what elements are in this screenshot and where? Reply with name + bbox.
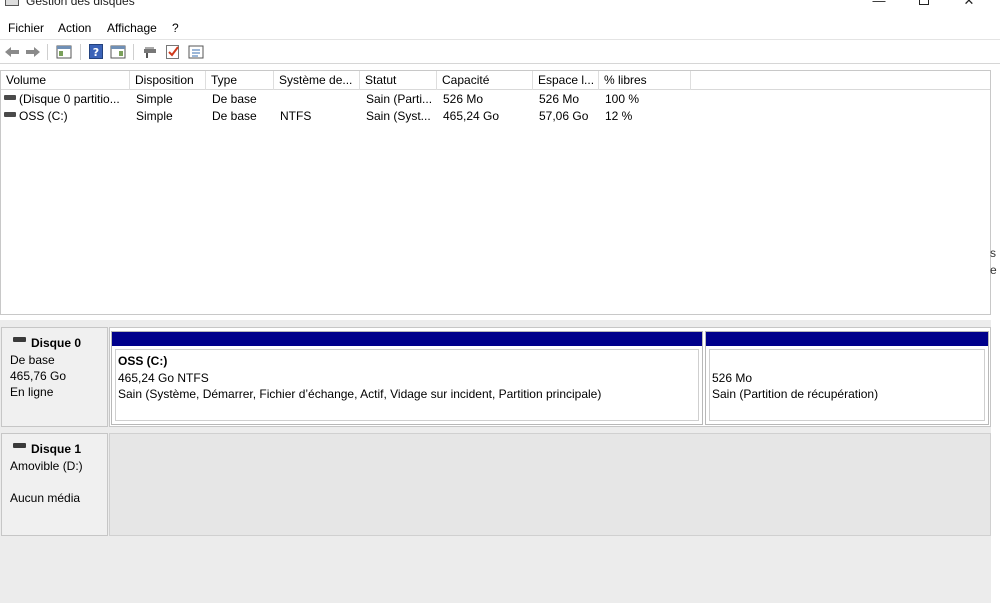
clipped-edge-text: e [990, 263, 997, 277]
cell-disposition: Simple [136, 92, 173, 106]
disk-state: En ligne [10, 385, 54, 399]
cell-type: De base [212, 92, 257, 106]
table-row[interactable]: OSS (C:) Simple De base NTFS Sain (Syst.… [1, 108, 990, 125]
disk-kind: De base [10, 353, 55, 367]
column-capacity[interactable]: Capacité [437, 71, 533, 90]
cell-disposition: Simple [136, 109, 173, 123]
column-filesystem[interactable]: Système de... [274, 71, 360, 90]
maximize-button[interactable] [901, 0, 947, 10]
title-bar: Gestion des disques — ✕ [0, 0, 1000, 18]
clipped-edge-text: s [990, 246, 996, 260]
volume-list: Volume Disposition Type Système de... St… [0, 70, 991, 315]
menu-fichier[interactable]: Fichier [8, 21, 44, 35]
disk-0-info[interactable]: Disque 0 De base 465,76 Go En ligne [1, 327, 108, 427]
disk-name: Disque 1 [31, 442, 82, 456]
table-row[interactable]: (Disque 0 partitio... Simple De base Sai… [1, 91, 990, 108]
cell-volume: OSS (C:) [1, 108, 130, 125]
disk-1-info[interactable]: Disque 1 Amovible (D:) Aucun média [1, 433, 108, 536]
svg-text:?: ? [93, 46, 99, 59]
close-button[interactable]: ✕ [946, 0, 992, 10]
column-free-space[interactable]: Espace l... [533, 71, 599, 90]
maximize-icon [919, 0, 929, 5]
partition-status: Sain (Partition de récupération) [712, 387, 879, 401]
partition-status: Sain (Système, Démarrer, Fichier d’échan… [118, 387, 602, 401]
disk-name: Disque 0 [31, 336, 82, 350]
volume-list-header: Volume Disposition Type Système de... St… [1, 71, 990, 90]
partition-size: 465,24 Go NTFS [118, 371, 209, 385]
cell-capacity: 526 Mo [443, 92, 484, 106]
cell-capacity: 465,24 Go [443, 109, 500, 123]
menu-bar: Fichier Action Affichage ? [0, 18, 1000, 40]
menu-affichage[interactable]: Affichage [107, 21, 157, 35]
disk-kind: Amovible (D:) [10, 459, 83, 473]
partition-header-bar [706, 332, 988, 346]
partition-title: OSS (C:) [118, 354, 168, 368]
check-icon[interactable] [164, 43, 182, 60]
cell-percent-free: 12 % [605, 109, 633, 123]
partition-recovery[interactable]: 526 Mo Sain (Partition de récupération) [705, 331, 989, 425]
menu-action[interactable]: Action [58, 21, 91, 35]
column-percent-free[interactable]: % libres [599, 71, 691, 90]
toolbar: ? [0, 40, 1000, 64]
cell-volume: (Disque 0 partitio... [1, 91, 130, 108]
column-disposition[interactable]: Disposition [130, 71, 206, 90]
list-icon[interactable] [187, 43, 205, 60]
disk-size: 465,76 Go [10, 369, 67, 383]
volume-drive-icon [4, 95, 16, 101]
column-volume[interactable]: Volume [1, 71, 130, 90]
column-status[interactable]: Statut [360, 71, 437, 90]
minimize-button[interactable]: — [856, 0, 902, 10]
cell-percent-free: 100 % [605, 92, 640, 106]
disk-drive-icon [13, 337, 26, 342]
disk-management-app-icon [5, 0, 19, 6]
cell-free-space: 526 Mo [539, 92, 580, 106]
cell-status: Sain (Parti... [366, 92, 433, 106]
volume-drive-icon [4, 112, 16, 118]
disk-media: Aucun média [10, 491, 81, 505]
column-type[interactable]: Type [206, 71, 274, 90]
cell-filesystem: NTFS [280, 109, 312, 123]
partition-header-bar [112, 332, 702, 346]
window-title: Gestion des disques [26, 0, 135, 8]
partition-size: 526 Mo [712, 371, 753, 385]
back-arrow-icon[interactable] [3, 43, 21, 60]
help-icon[interactable]: ? [87, 43, 105, 60]
disk-drive-icon [13, 443, 26, 448]
properties-icon[interactable] [109, 43, 127, 60]
partition-c[interactable]: OSS (C:) 465,24 Go NTFS Sain (Système, D… [111, 331, 703, 425]
forward-arrow-icon[interactable] [24, 43, 42, 60]
cell-type: De base [212, 109, 257, 123]
disk-1-partitions [109, 433, 991, 536]
menu-help[interactable]: ? [172, 21, 179, 35]
cell-filesystem [274, 91, 360, 108]
cell-free-space: 57,06 Go [539, 109, 589, 123]
rescan-icon[interactable] [141, 43, 159, 60]
cell-status: Sain (Syst... [366, 109, 431, 123]
console-tree-icon[interactable] [55, 43, 73, 60]
